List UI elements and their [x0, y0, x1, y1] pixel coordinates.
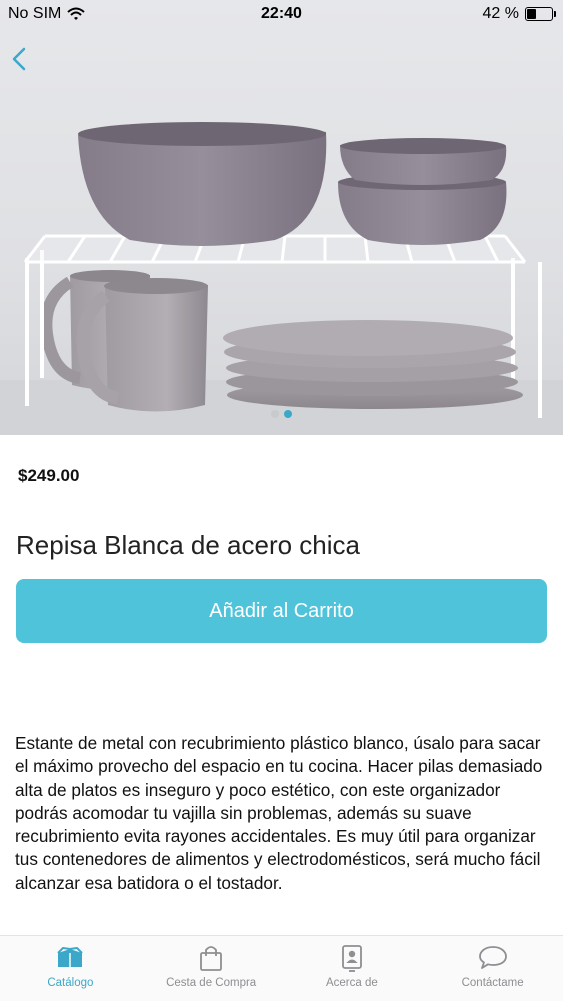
product-image-gallery[interactable]: [0, 0, 563, 435]
product-description: Estante de metal con recubrimiento plást…: [15, 733, 543, 893]
clock: 22:40: [261, 5, 302, 22]
battery-percent: 42 %: [482, 5, 519, 22]
chevron-left-icon: [12, 47, 26, 71]
page-dot-active[interactable]: [284, 410, 292, 418]
tab-catalogo[interactable]: Catálogo: [0, 936, 141, 1001]
shopping-bag-icon: [200, 946, 223, 971]
product-price: $249.00: [18, 466, 80, 485]
tab-label: Contáctame: [461, 977, 524, 989]
status-bar: No SIM 22:40 42 %: [0, 0, 563, 30]
product-title: Repisa Blanca de acero chica: [16, 530, 360, 560]
page-indicator[interactable]: [0, 410, 563, 418]
add-to-cart-label: Añadir al Carrito: [209, 599, 354, 622]
product-photo: [0, 122, 563, 435]
tab-acerca-de[interactable]: Acerca de: [282, 936, 423, 1001]
back-button[interactable]: [8, 44, 32, 74]
tab-cesta-de-compra[interactable]: Cesta de Compra: [141, 936, 282, 1001]
battery-icon: [525, 7, 556, 21]
tab-contactame[interactable]: Contáctame: [422, 936, 563, 1001]
tab-label: Catálogo: [47, 977, 94, 989]
tab-bar: Catálogo Cesta de Compra Acerca de Contá…: [0, 935, 563, 1001]
contact-badge-icon: [341, 945, 362, 972]
page-dot[interactable]: [271, 410, 279, 418]
tab-label: Acerca de: [325, 977, 378, 989]
add-to-cart-button[interactable]: Añadir al Carrito: [16, 579, 547, 643]
speech-bubble-icon: [478, 946, 507, 969]
box-icon: [57, 947, 84, 967]
tab-label: Cesta de Compra: [166, 977, 257, 989]
